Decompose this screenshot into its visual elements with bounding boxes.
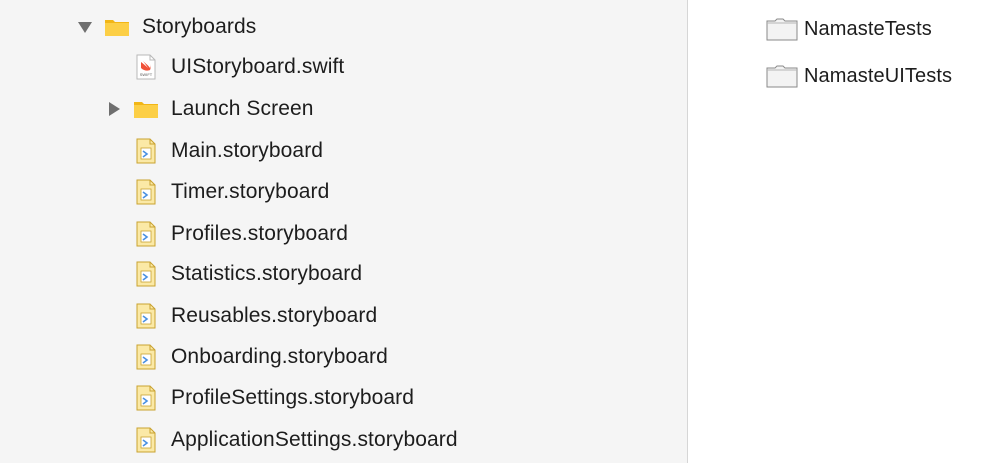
nav-item-label: Reusables.storyboard [171, 304, 378, 327]
nav-item-label: UIStoryboard.swift [171, 55, 345, 78]
nav-item-label: Statistics.storyboard [171, 262, 363, 285]
test-bundle-icon [766, 18, 798, 41]
storyboard-file-icon [136, 385, 156, 411]
svg-text:SWIFT: SWIFT [140, 72, 153, 77]
swift-file-icon: SWIFT [136, 54, 156, 80]
nav-item-reusables-storyboard[interactable]: Reusables.storyboard [133, 296, 377, 336]
nav-item-onboarding-storyboard[interactable]: Onboarding.storyboard [133, 337, 388, 377]
target-item-namastetests[interactable]: NamasteTests [766, 11, 932, 47]
target-item-label: NamasteUITests [804, 64, 953, 87]
nav-item-launch-screen-folder[interactable]: Launch Screen [107, 89, 314, 129]
nav-item-applicationsettings-storyboard[interactable]: ApplicationSettings.storyboard [133, 420, 458, 460]
storyboard-file-icon [136, 427, 156, 453]
project-navigator: Storyboards SWIFT UIStoryboard.swift Lau… [0, 0, 688, 463]
nav-item-statistics-storyboard[interactable]: Statistics.storyboard [133, 254, 362, 294]
nav-item-label: Timer.storyboard [171, 180, 330, 203]
nav-item-label: Onboarding.storyboard [171, 345, 388, 368]
nav-item-label: Storyboards [142, 15, 257, 38]
disclosure-collapsed-icon[interactable] [107, 102, 121, 116]
nav-item-label: Main.storyboard [171, 139, 324, 162]
folder-icon [134, 102, 158, 118]
nav-item-label: Launch Screen [171, 97, 314, 120]
disclosure-expanded-icon[interactable] [78, 20, 92, 34]
storyboard-file-icon [136, 303, 156, 329]
nav-item-uistoryboard-swift[interactable]: SWIFT UIStoryboard.swift [133, 47, 344, 87]
nav-item-main-storyboard[interactable]: Main.storyboard [133, 131, 323, 171]
target-item-label: NamasteTests [804, 17, 932, 40]
nav-item-label: Profiles.storyboard [171, 222, 348, 245]
target-item-namasteuitests[interactable]: NamasteUITests [766, 58, 952, 94]
nav-item-timer-storyboard[interactable]: Timer.storyboard [133, 172, 329, 212]
storyboard-file-icon [136, 261, 156, 287]
test-bundle-icon [766, 65, 798, 88]
storyboard-file-icon [136, 138, 156, 164]
storyboard-file-icon [136, 344, 156, 370]
storyboard-file-icon [136, 221, 156, 247]
folder-icon [105, 20, 129, 36]
nav-item-storyboards-folder[interactable]: Storyboards [78, 7, 256, 47]
nav-item-profilesettings-storyboard[interactable]: ProfileSettings.storyboard [133, 378, 414, 418]
nav-item-label: ProfileSettings.storyboard [171, 386, 415, 409]
storyboard-file-icon [136, 179, 156, 205]
nav-item-profiles-storyboard[interactable]: Profiles.storyboard [133, 214, 348, 254]
xcode-screenshot: Storyboards SWIFT UIStoryboard.swift Lau… [0, 0, 986, 463]
nav-item-label: ApplicationSettings.storyboard [171, 428, 458, 451]
